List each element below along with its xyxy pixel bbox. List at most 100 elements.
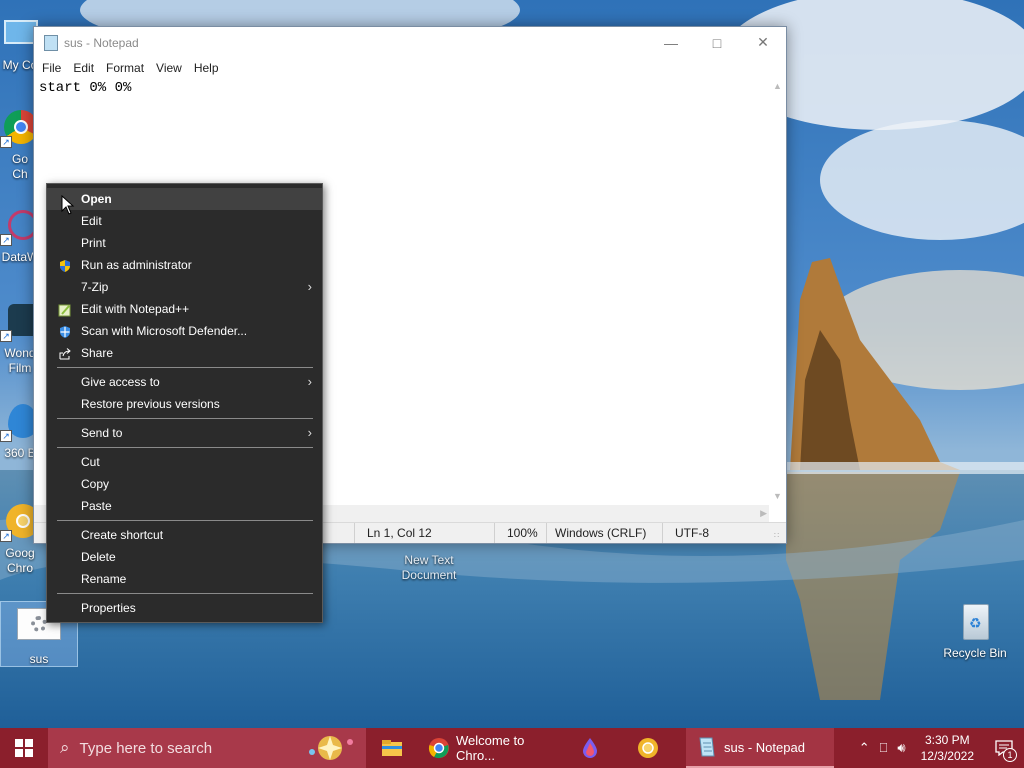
ctx-label: Scan with Microsoft Defender... [81,324,248,338]
ctx-scan-with-defender[interactable]: Scan with Microsoft Defender... [47,320,322,342]
ctx-label: Print [81,236,106,250]
clock-time: 3:30 PM [924,733,970,747]
menu-separator [57,593,313,594]
volume-icon[interactable]: 🔊︎ [892,740,910,756]
menu-format[interactable]: Format [100,61,150,75]
menu-separator [57,520,313,521]
menu-help[interactable]: Help [188,61,225,75]
chevron-right-icon: › [307,374,312,389]
share-icon [58,346,72,360]
paint-drop-icon [583,738,597,758]
ctx-label: Properties [81,601,136,615]
taskbar-file-explorer[interactable] [372,728,418,768]
ctx-open[interactable]: Open [47,188,322,210]
ctx-label: Give access to [81,375,160,389]
taskbar-notepad[interactable]: sus - Notepad [686,728,834,768]
ctx-print[interactable]: Print [47,232,322,254]
ctx-send-to[interactable]: Send to › [47,422,322,444]
desktop-icon-label: Recycle Bin [943,646,1007,660]
menu-bar: File Edit Format View Help [34,58,786,78]
ctx-properties[interactable]: Properties [47,597,322,619]
ctx-label: Run as administrator [81,258,192,272]
ctx-restore-previous-versions[interactable]: Restore previous versions [47,393,322,415]
ctx-label: Send to [81,426,123,440]
ctx-label: Rename [81,572,127,586]
chevron-right-icon: › [307,425,312,440]
notepad-icon [699,737,715,757]
system-tray: ⌃ ⎕ 🔊︎ 3:30 PM 12/3/2022 1 [854,728,1024,768]
menu-edit[interactable]: Edit [67,61,100,75]
menu-view[interactable]: View [150,61,188,75]
ctx-label: Share [81,346,114,360]
scroll-down-icon[interactable]: ▼ [769,488,786,505]
resize-grip-icon[interactable]: ∷ [774,531,784,541]
notepad-plus-plus-icon [58,302,72,317]
taskbar-paint-app[interactable] [570,728,616,768]
taskbar-app-label: Welcome to Chro... [456,733,525,763]
desktop-icon-new-text-document[interactable]: New Text Document [391,553,467,583]
notification-badge: 1 [1003,748,1017,762]
status-zoom: 100% [494,523,546,543]
status-position: Ln 1, Col 12 [354,523,494,543]
ctx-delete[interactable]: Delete [47,546,322,568]
shortcut-arrow-icon: ↗ [0,330,12,342]
close-button[interactable]: ✕ [740,27,786,58]
minimize-button[interactable]: — [648,27,694,58]
ctx-paste[interactable]: Paste [47,495,322,517]
search-placeholder: Type here to search [79,739,213,757]
clock[interactable]: 3:30 PM 12/3/2022 [911,732,984,764]
shortcut-arrow-icon: ↗ [0,430,12,442]
ctx-share[interactable]: Share [47,342,322,364]
status-line-endings: Windows (CRLF) [546,523,666,543]
shortcut-arrow-icon: ↗ [0,530,12,542]
ctx-label: Copy [81,477,110,491]
scroll-up-icon[interactable]: ▲ [769,78,786,95]
ctx-label: Edit with Notepad++ [81,302,190,316]
chevron-up-icon[interactable]: ⌃ [854,740,875,756]
taskbar-chrome[interactable]: Welcome to Chro... [418,728,546,768]
ctx-copy[interactable]: Copy [47,473,322,495]
maximize-button[interactable]: □ [694,27,740,58]
search-icon: ⌕ [60,738,70,757]
desktop-icon-label: sus [29,652,49,666]
taskbar-chrome-canary[interactable] [628,728,674,768]
ctx-label: Delete [81,550,116,564]
desktop-icon-label: New Text Document [401,553,457,582]
ctx-label: Restore previous versions [81,397,220,411]
uac-shield-icon [58,258,72,272]
scroll-right-icon[interactable]: ▶ [760,505,767,522]
clock-date: 12/3/2022 [920,749,974,763]
ctx-create-shortcut[interactable]: Create shortcut [47,524,322,546]
network-icon[interactable]: ⎕ [875,740,893,756]
taskbar-search[interactable]: ⌕ Type here to search [48,728,366,768]
ctx-cut[interactable]: Cut [47,451,322,473]
start-button[interactable] [0,728,48,768]
defender-icon [58,324,72,338]
notification-center-button[interactable]: 1 [984,728,1024,768]
ctx-label: Paste [81,499,112,513]
window-title: sus - Notepad [64,35,139,50]
menu-separator [57,447,313,448]
desktop-icon-recycle-bin[interactable]: ♻ Recycle Bin [937,602,1013,661]
ctx-edit-with-notepad-plus-plus[interactable]: Edit with Notepad++ [47,298,322,320]
chrome-icon [428,738,449,759]
ctx-edit[interactable]: Edit [47,210,322,232]
menu-file[interactable]: File [36,61,67,75]
ctx-rename[interactable]: Rename [47,568,322,590]
ctx-label: Open [81,192,112,206]
ctx-7zip[interactable]: 7-Zip › [47,276,322,298]
context-menu: Open Edit Print Run as administrator 7-Z… [46,183,323,623]
shortcut-arrow-icon: ↗ [0,234,12,246]
status-encoding: UTF-8 [662,523,762,543]
notepad-icon [44,34,58,51]
title-bar[interactable]: sus - Notepad — □ ✕ [34,27,786,58]
chevron-right-icon: › [307,279,312,294]
mouse-cursor-icon [61,195,75,215]
vertical-scrollbar[interactable]: ▲ ▼ [769,78,786,505]
search-highlight-icon [309,736,353,760]
ctx-give-access-to[interactable]: Give access to › [47,371,322,393]
ctx-run-as-administrator[interactable]: Run as administrator [47,254,322,276]
taskbar: ⌕ Type here to search Welcome to Chro...… [0,728,1024,768]
windows-logo-icon [15,739,33,757]
menu-separator [57,418,313,419]
